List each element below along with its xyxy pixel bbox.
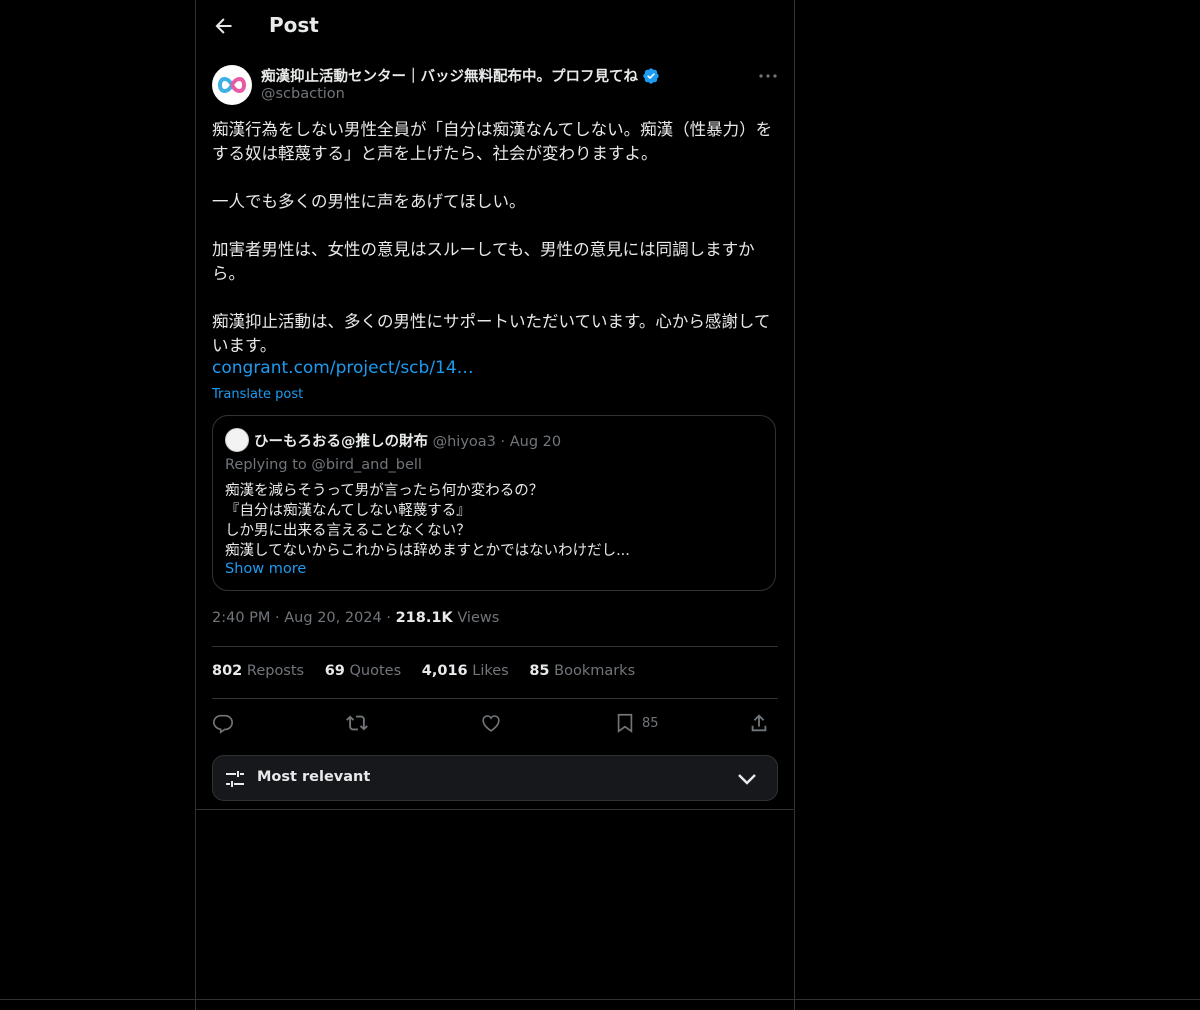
author-handle[interactable]: @scbaction bbox=[261, 86, 345, 102]
page-header: Post bbox=[196, 0, 794, 53]
bookmarks-count: 85 bbox=[529, 663, 550, 679]
views-label: Views bbox=[457, 610, 500, 626]
author-name[interactable]: 痴漢抑止活動センター｜バッジ無料配布中。プロフ見てね bbox=[261, 65, 660, 86]
reply-button[interactable] bbox=[212, 710, 234, 736]
sort-label: Most relevant bbox=[257, 769, 371, 785]
reposts-count: 802 bbox=[212, 663, 243, 679]
repost-icon bbox=[346, 715, 368, 731]
heart-icon bbox=[482, 715, 500, 732]
share-button[interactable] bbox=[748, 710, 770, 736]
main-column: Post 痴漢抑止活動センター｜バッジ無料配布中。プロフ見てね @scbacti… bbox=[195, 0, 795, 1010]
quote-author-name: ひーもろおる@推しの財布 bbox=[254, 434, 428, 450]
arrow-left-icon[interactable] bbox=[212, 14, 236, 38]
bookmark-icon bbox=[617, 713, 633, 733]
quote-avatar[interactable] bbox=[225, 428, 249, 452]
post-text: 痴漢行為をしない男性全員が「自分は痴漢なんてしない。痴漢（性暴力）をする奴は軽蔑… bbox=[212, 120, 773, 355]
views-count: 218.1K bbox=[395, 610, 453, 626]
quote-text: 痴漢を減らそうって男が言ったら何か変わるの？ 『自分は痴漢なんてしない軽蔑する』… bbox=[225, 483, 630, 559]
likes-count: 4,016 bbox=[421, 663, 468, 679]
sort-replies-dropdown[interactable]: Most relevant bbox=[212, 755, 778, 801]
reply-icon bbox=[213, 714, 233, 734]
more-horizontal-icon[interactable] bbox=[756, 64, 780, 88]
translate-post-button[interactable]: Translate post bbox=[212, 387, 303, 402]
action-bar: 85 bbox=[212, 710, 778, 738]
bookmarks-label: Bookmarks bbox=[554, 663, 636, 679]
share-icon bbox=[751, 714, 767, 732]
quote-dot: · bbox=[500, 434, 510, 450]
quotes-stat[interactable]: 69 Quotes bbox=[325, 663, 401, 679]
chevron-down-icon bbox=[738, 774, 756, 785]
divider bbox=[212, 646, 778, 647]
post-time[interactable]: 2:40 PM bbox=[212, 610, 270, 626]
quotes-count: 69 bbox=[324, 663, 345, 679]
reposts-stat[interactable]: 802 Reposts bbox=[212, 663, 304, 679]
sliders-icon bbox=[226, 771, 244, 787]
likes-stat[interactable]: 4,016 Likes bbox=[422, 663, 509, 679]
post-timestamp: 2:40 PM · Aug 20, 2024 · 218.1K Views bbox=[212, 610, 499, 626]
divider bbox=[196, 809, 794, 810]
like-button[interactable] bbox=[480, 710, 502, 736]
quote-header: ひーもろおる@推しの財布 @hiyoa3 · Aug 20 bbox=[254, 430, 561, 451]
avatar[interactable] bbox=[212, 65, 252, 105]
bookmark-count: 85 bbox=[642, 715, 659, 731]
page-title: Post bbox=[269, 13, 319, 37]
likes-label: Likes bbox=[472, 663, 509, 679]
post-date[interactable]: Aug 20, 2024 bbox=[284, 610, 382, 626]
author-name-text[interactable]: 痴漢抑止活動センター｜バッジ無料配布中。プロフ見てね bbox=[261, 65, 638, 86]
quote-date: Aug 20 bbox=[509, 434, 562, 450]
post-link[interactable]: congrant.com/project/scb/14… bbox=[212, 358, 474, 378]
bookmarks-stat[interactable]: 85 Bookmarks bbox=[529, 663, 635, 679]
meta-dot: · bbox=[275, 610, 285, 626]
bookmark-button[interactable]: 85 bbox=[614, 710, 659, 736]
reposts-label: Reposts bbox=[246, 663, 305, 679]
divider bbox=[212, 698, 778, 699]
quotes-label: Quotes bbox=[349, 663, 402, 679]
quote-replying-to: Replying to @bird_and_bell bbox=[225, 457, 422, 473]
repost-button[interactable] bbox=[346, 710, 368, 736]
quote-author-handle: @hiyoa3 bbox=[432, 434, 496, 450]
quoted-post[interactable]: ひーもろおる@推しの財布 @hiyoa3 · Aug 20 Replying t… bbox=[212, 415, 776, 591]
meta-dot: · bbox=[386, 610, 396, 626]
bottom-divider bbox=[0, 999, 1200, 1000]
verified-badge-icon bbox=[643, 67, 659, 84]
show-more-link[interactable]: Show more bbox=[225, 561, 306, 577]
engagement-stats: 802 Reposts 69 Quotes 4,016 Likes 85 Boo… bbox=[212, 663, 651, 679]
